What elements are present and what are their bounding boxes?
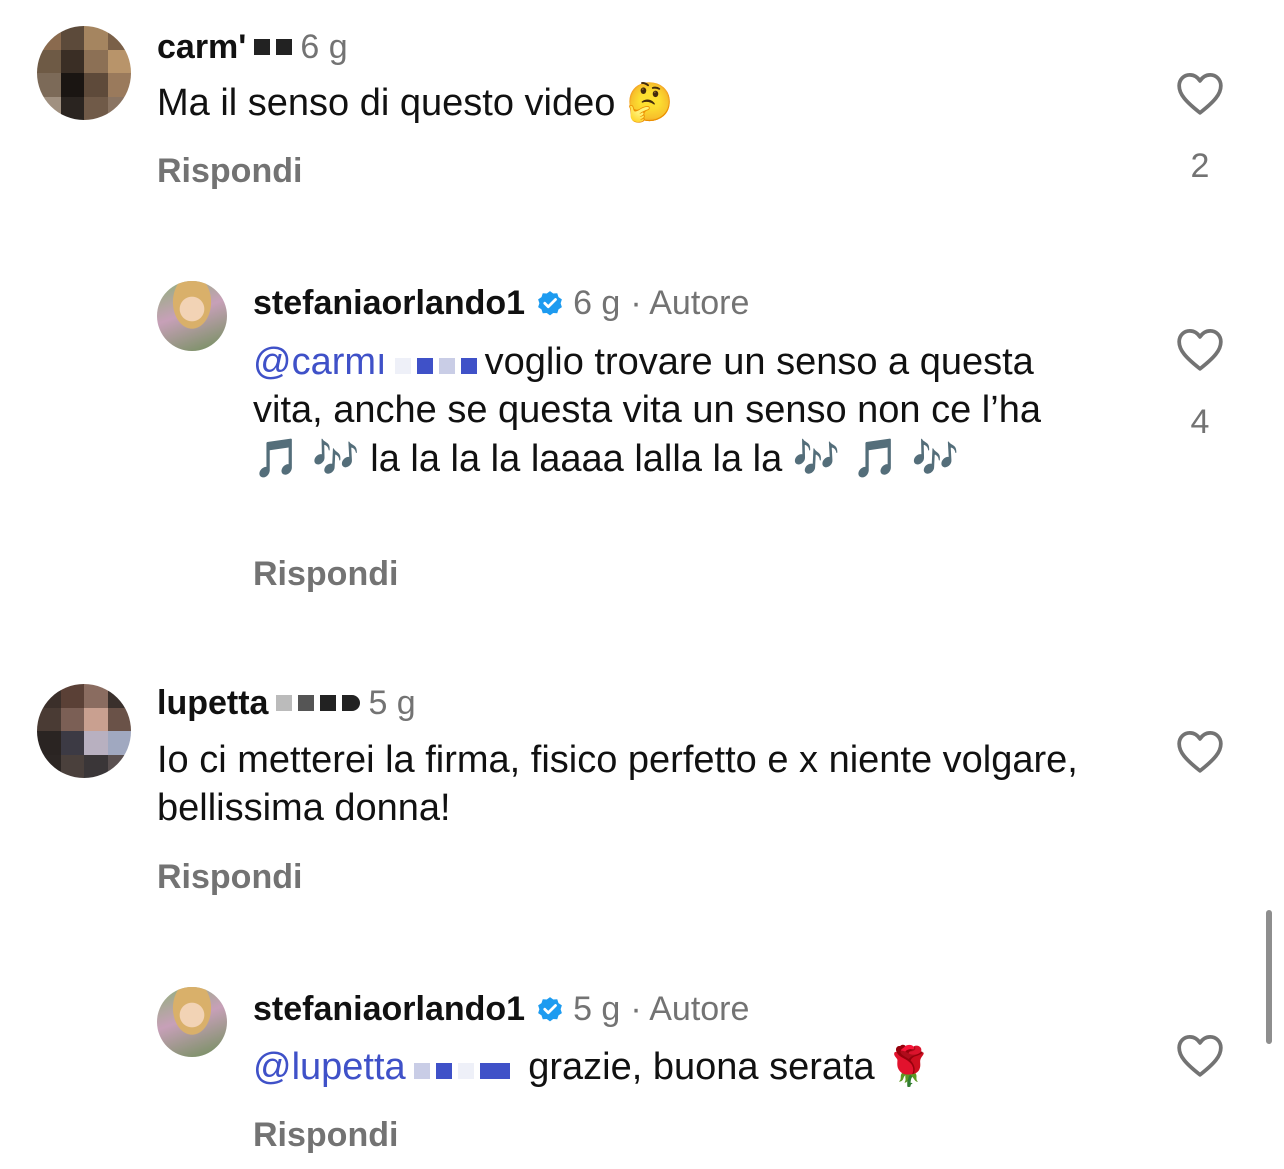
author-label: · Autore	[630, 283, 750, 322]
username[interactable]: stefaniaorlando1	[253, 284, 525, 323]
reply-button[interactable]: Rispondi	[253, 555, 398, 594]
music-notes-emoji: 🎶 🎵 🎶	[792, 436, 959, 480]
avatar[interactable]	[37, 684, 131, 778]
mention-link[interactable]: @lupetta	[253, 1046, 406, 1088]
timestamp: 6 g	[573, 283, 621, 322]
username[interactable]: stefaniaorlando1	[253, 990, 525, 1029]
avatar[interactable]	[37, 26, 131, 120]
comment-header: stefaniaorlando1 6 g · Autore	[253, 282, 749, 324]
heart-outline-icon	[1177, 731, 1223, 773]
reply-button[interactable]: Rispondi	[157, 858, 302, 897]
heart-outline-icon	[1177, 73, 1223, 115]
reply-button[interactable]: Rispondi	[253, 1116, 398, 1155]
timestamp: 5 g	[573, 989, 621, 1028]
thinking-face-emoji: 🤔	[625, 80, 674, 124]
username[interactable]: carm'	[157, 28, 246, 67]
like-button[interactable]	[1170, 326, 1230, 372]
like-button[interactable]	[1170, 70, 1230, 116]
scrollbar[interactable]	[1266, 910, 1272, 1044]
heart-outline-icon	[1177, 1035, 1223, 1077]
comment-text: @lupetta grazie, buona serata 🌹	[253, 1044, 933, 1088]
like-button[interactable]	[1170, 728, 1230, 774]
rose-emoji: 🌹	[885, 1044, 933, 1088]
avatar[interactable]	[157, 987, 227, 1057]
comment-text: Io ci metterei la firma, fisico perfetto…	[157, 739, 1078, 829]
redacted-mention-part	[394, 358, 477, 374]
mention-link[interactable]: @carmı	[253, 341, 387, 383]
comment-header: lupetta 5 g	[157, 682, 416, 724]
like-count: 4	[1190, 403, 1210, 441]
timestamp: 5 g	[368, 683, 416, 722]
author-label: · Autore	[630, 989, 750, 1028]
comment-header: stefaniaorlando1 5 g · Autore	[253, 988, 749, 1030]
reply-button[interactable]: Rispondi	[157, 152, 302, 191]
verified-badge-icon	[538, 291, 562, 316]
username[interactable]: lupetta	[157, 684, 268, 723]
music-notes-emoji: 🎵 🎶	[253, 436, 360, 480]
like-button[interactable]	[1170, 1032, 1230, 1078]
redacted-username-part	[254, 39, 293, 55]
redacted-mention-part	[413, 1063, 510, 1079]
comment-header: carm' 6 g	[157, 26, 348, 68]
heart-outline-icon	[1177, 329, 1223, 371]
comment-text: Ma il senso di questo video 🤔	[157, 80, 674, 124]
redacted-username-part	[276, 695, 361, 711]
avatar[interactable]	[157, 281, 227, 351]
verified-badge-icon	[538, 997, 562, 1022]
like-count: 2	[1190, 147, 1210, 185]
comment-text: @carmı voglio trovare un senso a questa v…	[253, 341, 1041, 480]
timestamp: 6 g	[300, 27, 348, 66]
